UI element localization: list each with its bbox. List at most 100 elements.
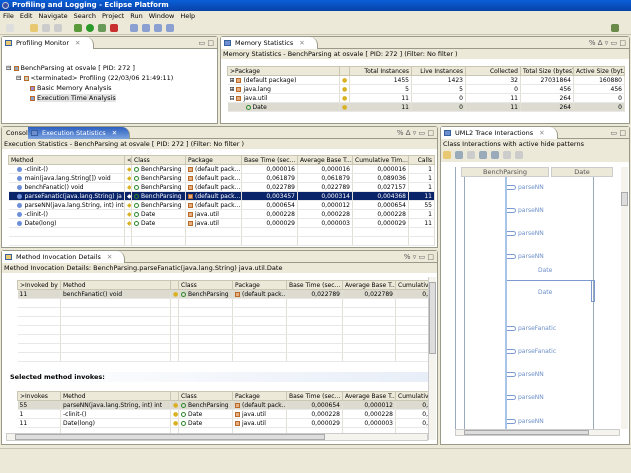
column-header[interactable]: Cumulative Tim... [352, 155, 409, 165]
hierarchy-icon[interactable] [166, 24, 174, 32]
menu-project[interactable]: Project [102, 12, 124, 20]
table-row[interactable]: ⊟ java.util ● 11 0 11 264 0 [227, 93, 625, 103]
column-header[interactable]: Active Size (byt... [573, 66, 625, 76]
filter-icon[interactable] [443, 151, 451, 159]
column-header[interactable]: Collected [465, 66, 521, 76]
close-icon[interactable]: ✕ [107, 253, 112, 261]
table-row[interactable]: ⊞ java.lang ● 5 5 0 456 456 [227, 84, 625, 94]
profile-icon[interactable] [98, 24, 106, 32]
column-header[interactable] [170, 280, 179, 290]
column-header[interactable]: Class [178, 280, 233, 290]
column-header[interactable]: Total Size (bytes) [520, 66, 574, 76]
scrollbar-thumb[interactable] [464, 430, 589, 435]
table-row[interactable]: Date(long) ◆ Date java.util 0,000029 0,000003… [8, 218, 435, 228]
minimize-maximize-icon[interactable]: ▭ □ [199, 39, 214, 47]
message-label[interactable]: parseNN [518, 394, 544, 401]
tree-item-process[interactable]: ⊟ BenchParsing at osvale [ PID: 272 ] [6, 63, 213, 73]
page-down-icon[interactable] [503, 151, 511, 159]
external-tools-icon[interactable] [110, 24, 118, 32]
run-icon[interactable] [86, 24, 94, 32]
column-header[interactable]: Average Base T... [342, 391, 396, 401]
view-menu-icon[interactable]: % Δ ▿ ▭ □ [397, 129, 434, 137]
close-icon[interactable]: ✕ [539, 129, 544, 137]
minimize-maximize-icon[interactable]: ▭ □ [611, 129, 626, 137]
uml-horizontal-scrollbar[interactable] [455, 429, 620, 436]
print-icon[interactable] [54, 24, 62, 32]
vertical-scrollbar[interactable] [428, 277, 436, 440]
column-header[interactable]: Calls [408, 155, 435, 165]
message-label[interactable]: parseFanatic [518, 348, 556, 355]
column-header[interactable]: >Invoked by [17, 280, 61, 290]
scrollbar-thumb[interactable] [621, 192, 628, 206]
column-header[interactable]: Average Base T... [297, 155, 353, 165]
table-row[interactable]: Date ● 11 0 11 264 0 [227, 102, 625, 112]
tree-item-agent[interactable]: ⊟ <terminated> Profiling (22/03/06 21:49… [6, 73, 213, 83]
debug-icon[interactable] [74, 24, 82, 32]
menu-file[interactable]: File [3, 12, 14, 20]
tab-memory-statistics[interactable]: Memory Statistics ✕ [221, 37, 318, 49]
table-row[interactable]: 11 benchFanatic() void ● BenchParsing (defau… [17, 289, 431, 299]
scrollbar-thumb[interactable] [429, 282, 436, 354]
message-label[interactable]: parseNN [518, 184, 544, 191]
close-icon[interactable]: ✕ [75, 39, 80, 47]
table-row[interactable]: 1 -clinit-() ● Date java.util 0,000228 0,00022… [17, 409, 431, 419]
zoom-icon[interactable] [455, 151, 463, 159]
save-icon[interactable] [42, 24, 50, 32]
perspective-icon[interactable] [611, 24, 619, 32]
open-type-icon[interactable] [142, 24, 150, 32]
page-up-icon[interactable] [515, 151, 523, 159]
message-label[interactable]: parseNN [518, 230, 544, 237]
column-header[interactable]: Method [8, 155, 125, 165]
column-header[interactable]: Cumulative [395, 280, 431, 290]
column-header[interactable]: Base Time (sec... [241, 155, 298, 165]
tree-item-memory-analysis[interactable]: Basic Memory Analysis [6, 83, 213, 93]
sequence-diagram[interactable]: BenchParsing Date parseNN parseNN parseNN p… [455, 167, 623, 435]
view-menu-icon[interactable]: % ▿ ▭ □ [404, 253, 434, 261]
column-header[interactable]: >Invokes [17, 391, 61, 401]
message-label[interactable]: parseNN [518, 253, 544, 260]
column-header[interactable]: Method [60, 280, 171, 290]
column-header[interactable] [339, 66, 350, 76]
menu-search[interactable]: Search [74, 12, 96, 20]
column-header[interactable]: Total Instances [349, 66, 412, 76]
column-header[interactable]: Package [185, 155, 242, 165]
message-label[interactable]: Date [538, 289, 552, 296]
column-header[interactable]: Method [60, 391, 171, 401]
close-icon[interactable]: ✕ [299, 39, 304, 47]
table-row[interactable]: parseNN(java.lang.String, int) int ◆ Bench… [8, 200, 435, 210]
table-row[interactable]: main(java.lang.String[]) void ◆ BenchParsi… [8, 173, 435, 183]
horizontal-scrollbar[interactable] [6, 433, 428, 441]
message-label[interactable]: Date [538, 267, 552, 274]
search-icon[interactable] [130, 24, 138, 32]
column-header[interactable]: Base Time (sec... [286, 391, 343, 401]
table-row[interactable]: 55 parseNN(java.lang.String, int) int ● Ben… [17, 400, 431, 410]
zoom-in-icon[interactable] [479, 151, 487, 159]
tree-item-execution-analysis[interactable]: Execution Time Analysis [6, 93, 213, 103]
view-menu-icon[interactable]: % Δ ▿ ▭ □ [589, 39, 626, 47]
column-header[interactable]: Class [131, 155, 186, 165]
menu-navigate[interactable]: Navigate [38, 12, 67, 20]
lifeline-header-benchparsing[interactable]: BenchParsing [461, 167, 549, 177]
uml-vertical-scrollbar[interactable] [621, 167, 628, 429]
column-header[interactable] [170, 391, 179, 401]
open-icon[interactable] [30, 24, 38, 32]
column-header[interactable]: >Package [227, 66, 340, 76]
column-header[interactable]: < [124, 155, 132, 165]
column-header[interactable]: Average Base T... [342, 280, 396, 290]
lifeline-header-date[interactable]: Date [551, 167, 613, 177]
table-row[interactable]: -clinit-() ◆ BenchParsing (default pack... 0… [8, 164, 435, 174]
close-icon[interactable]: ✕ [112, 129, 117, 137]
menu-run[interactable]: Run [130, 12, 142, 20]
message-label[interactable]: parseNN [518, 418, 544, 425]
table-row[interactable]: parseFanatic(java.lang.String) ja ◆ BenchP… [8, 191, 435, 201]
menu-window[interactable]: Window [149, 12, 175, 20]
new-icon[interactable] [6, 24, 14, 32]
tab-method-invocation[interactable]: Method Invocation Details ✕ [2, 251, 126, 263]
column-header[interactable]: Package [232, 391, 287, 401]
message-label[interactable]: parseNN [518, 207, 544, 214]
column-header[interactable]: Live Instances [411, 66, 466, 76]
column-header[interactable]: Class [178, 391, 233, 401]
message-label[interactable]: parseFanatic [518, 325, 556, 332]
column-header[interactable]: Base Time (sec... [286, 280, 343, 290]
table-row[interactable]: -clinit-() ◆ Date java.util 0,000228 0,000228… [8, 209, 435, 219]
